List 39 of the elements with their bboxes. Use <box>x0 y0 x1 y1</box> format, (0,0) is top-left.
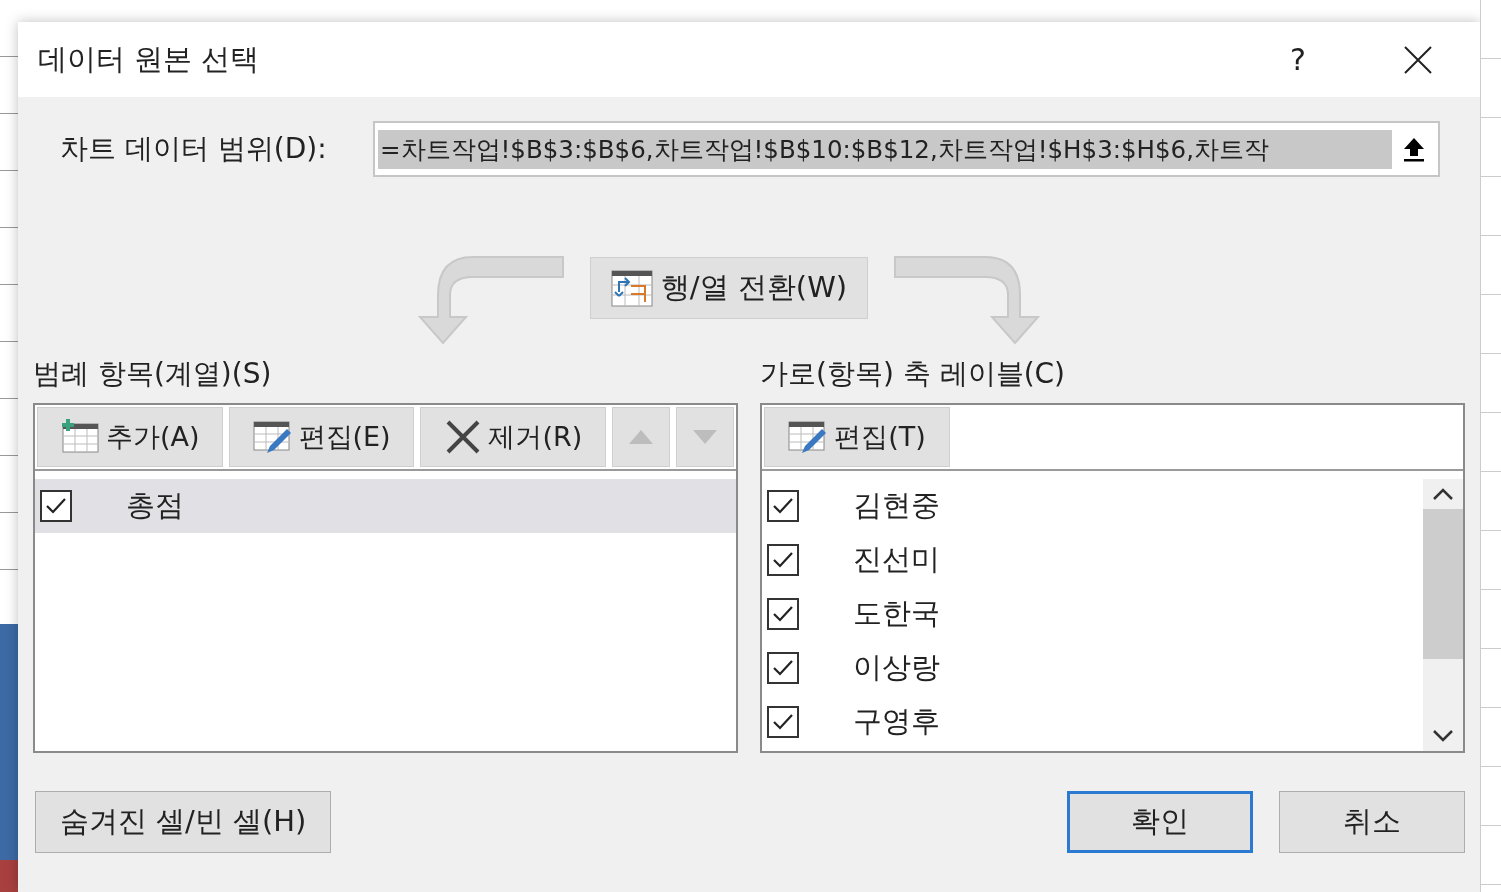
field-label: 차트 데이터 범위(D): <box>59 131 328 167</box>
section-label: 범례 항목(계열)(S) <box>33 356 273 392</box>
cancel-button[interactable]: 취소 <box>1279 791 1465 853</box>
upload-arrow-icon <box>1402 136 1426 162</box>
remove-button[interactable]: 제거(R) <box>420 407 607 467</box>
scroll-up-icon[interactable] <box>1432 487 1454 501</box>
edit-table-icon <box>788 419 829 455</box>
add-button[interactable]: 추가(A) <box>37 407 223 467</box>
list-item[interactable]: 총점 <box>35 479 736 533</box>
edit-table-icon <box>252 419 293 455</box>
checkbox[interactable] <box>767 490 799 522</box>
triangle-up-icon <box>629 430 654 444</box>
switch-table-icon <box>610 268 653 308</box>
edit-button[interactable]: 편집(E) <box>228 407 415 467</box>
scrollbar[interactable] <box>1423 479 1463 751</box>
scroll-thumb[interactable] <box>1423 509 1463 659</box>
list-item[interactable]: 이상랑 <box>762 641 1423 695</box>
list-item[interactable]: 진선미 <box>762 533 1423 587</box>
help-button[interactable]: ? <box>1278 42 1318 77</box>
checkbox[interactable] <box>767 544 799 576</box>
list-item[interactable]: 김현중 <box>762 479 1423 533</box>
section-label: 가로(항목) 축 레이블(C) <box>760 356 1067 392</box>
list-item[interactable]: 도한국 <box>762 587 1423 641</box>
ok-button[interactable]: 확인 <box>1067 791 1253 853</box>
checkbox[interactable] <box>767 706 799 738</box>
checkbox[interactable] <box>40 490 72 522</box>
hidden-cells-button[interactable]: 숨겨진 셀/빈 셀(H) <box>35 791 331 853</box>
switch-row-column-button[interactable]: 행/열 전환(W) <box>589 257 869 319</box>
scroll-down-icon[interactable] <box>1432 729 1454 743</box>
add-table-icon <box>60 419 101 455</box>
edit-button[interactable]: 편집(T) <box>764 407 950 467</box>
range-value: =차트작업!$B$3:$B$6,차트작업!$B$10:$B$12,차트작업!$H$3:$H$6,차트작 <box>378 129 1392 169</box>
range-field[interactable]: =차트작업!$B$3:$B$6,차트작업!$B$10:$B$12,차트작업!$H$3:$H$6,차트작 <box>373 121 1440 177</box>
close-icon <box>1403 44 1433 75</box>
checkbox[interactable] <box>767 598 799 630</box>
triangle-down-icon <box>693 430 718 444</box>
checkbox[interactable] <box>767 652 799 684</box>
list-item[interactable]: 구영후 <box>762 695 1423 749</box>
window-title: 데이터 원본 선택 <box>38 40 261 78</box>
